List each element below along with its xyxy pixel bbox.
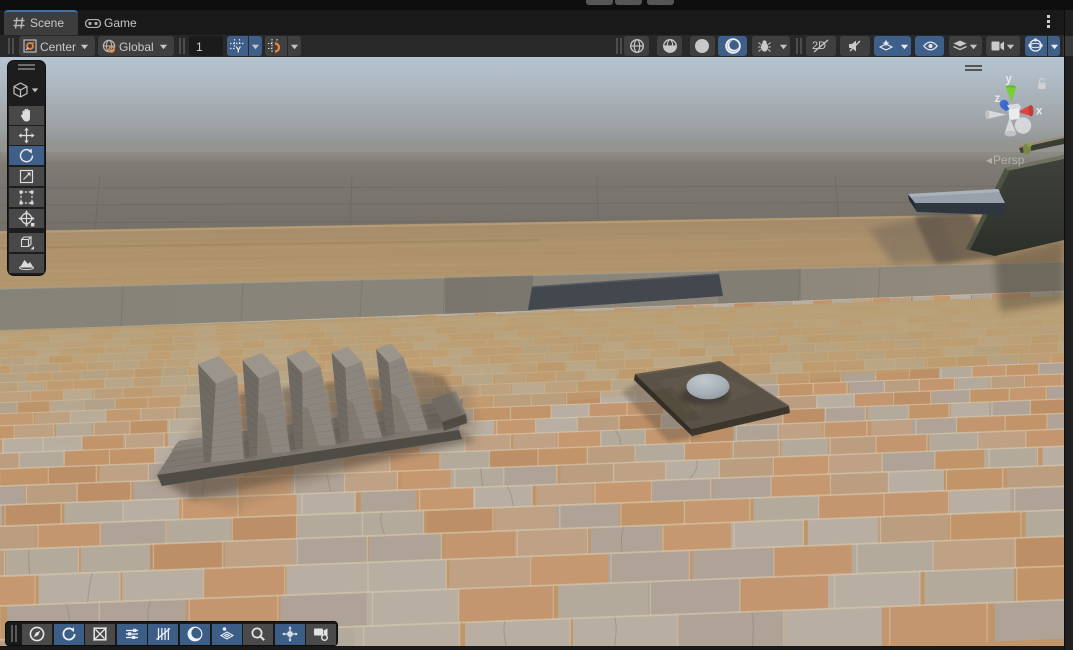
- svg-text:z: z: [995, 93, 1001, 105]
- svg-text:y: y: [1006, 74, 1013, 86]
- svg-text:x: x: [1036, 106, 1043, 118]
- svg-text:Y: Y: [236, 45, 242, 54]
